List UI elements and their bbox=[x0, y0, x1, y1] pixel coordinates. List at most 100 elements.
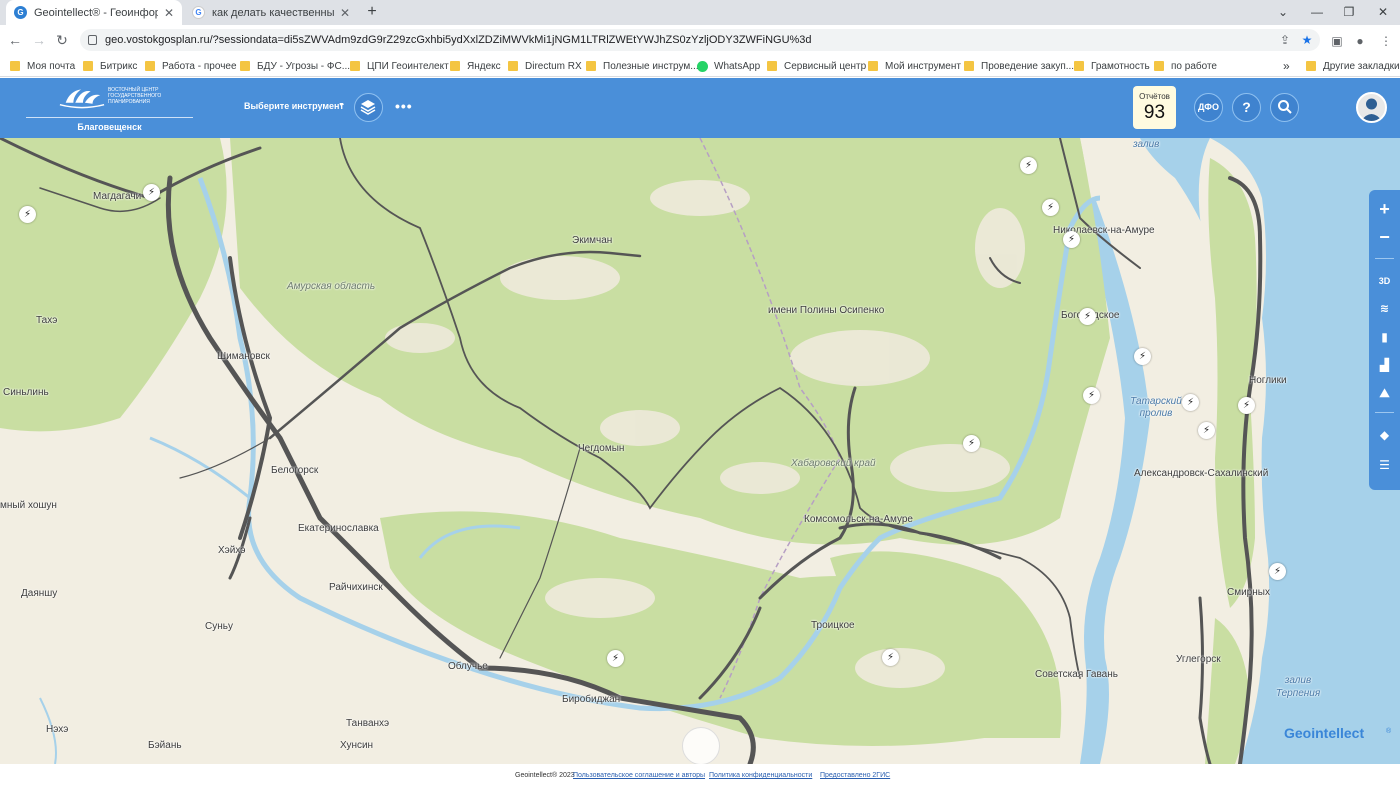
map-label: Белогорск bbox=[271, 465, 319, 476]
more-menu-button[interactable]: ••• bbox=[395, 98, 413, 114]
zoom-out-button[interactable]: − bbox=[1369, 224, 1400, 250]
back-button[interactable]: ← bbox=[5, 30, 25, 50]
power-plant-marker-icon[interactable]: ⚡ bbox=[1198, 422, 1215, 439]
tab-search-icon[interactable]: ⌄ bbox=[1266, 0, 1300, 25]
bookmark-star-icon[interactable]: ★ bbox=[1298, 33, 1316, 47]
map-label: Хэйхэ bbox=[218, 545, 246, 556]
share-icon[interactable]: ⇪ bbox=[1276, 33, 1294, 47]
compass-icon[interactable] bbox=[682, 727, 720, 764]
map-label: Хунсин bbox=[340, 740, 374, 751]
close-tab-icon[interactable]: ✕ bbox=[340, 6, 350, 20]
geointellect-watermark: Geointellect bbox=[1284, 725, 1365, 741]
privacy-link[interactable]: Политика конфиденциальности bbox=[709, 772, 812, 779]
tab-google-search[interactable]: G как делать качественные снимк ✕ bbox=[184, 0, 358, 25]
reports-counter[interactable]: Отчётов 93 bbox=[1133, 86, 1176, 129]
terrain-icon[interactable]: ⛰ bbox=[1369, 380, 1400, 406]
bookmark-item[interactable]: WhatsApp bbox=[697, 58, 760, 74]
power-plant-marker-icon[interactable]: ⚡ bbox=[1020, 157, 1037, 174]
restore-button[interactable]: ❐ bbox=[1332, 0, 1366, 25]
mode-3d-button[interactable]: 3D bbox=[1369, 268, 1400, 294]
current-city[interactable]: Благовещенск bbox=[26, 122, 193, 132]
folder-icon bbox=[240, 61, 250, 71]
bookmark-item[interactable]: Полезные инструм... bbox=[586, 58, 699, 74]
power-plant-marker-icon[interactable]: ⚡ bbox=[19, 206, 36, 223]
bookmark-label: Сервисный центр bbox=[784, 60, 867, 72]
agreement-link[interactable]: Пользовательское соглашение и авторы bbox=[573, 772, 705, 779]
tab-geointellect[interactable]: G Geointellect® - Геоинформаци ✕ bbox=[6, 0, 182, 25]
folder-icon bbox=[1306, 61, 1316, 71]
bookmark-item[interactable]: Мой инструмент bbox=[868, 58, 961, 74]
power-plant-marker-icon[interactable]: ⚡ bbox=[1182, 394, 1199, 411]
map-canvas[interactable]: залив Магдагачи Экимчан Амурская область… bbox=[0, 138, 1400, 764]
power-plant-marker-icon[interactable]: ⚡ bbox=[1083, 387, 1100, 404]
footer: Geointellect® 2023 Пользовательское согл… bbox=[0, 764, 1400, 786]
bookmark-item[interactable]: ЦПИ Геоинтелект bbox=[350, 58, 449, 74]
zoom-in-button[interactable]: + bbox=[1369, 196, 1400, 222]
layers-stack-icon[interactable]: ☰ bbox=[1369, 452, 1400, 478]
map-label: Танванхэ bbox=[346, 718, 390, 729]
help-button[interactable]: ? bbox=[1232, 93, 1261, 122]
reload-button[interactable]: ↻ bbox=[52, 30, 72, 50]
forward-button[interactable]: → bbox=[29, 30, 49, 50]
toolbar-divider bbox=[1375, 412, 1394, 413]
search-button[interactable] bbox=[1270, 93, 1299, 122]
minimize-button[interactable]: — bbox=[1300, 0, 1334, 25]
layers-button[interactable] bbox=[354, 93, 383, 122]
bookmark-item[interactable]: Яндекс bbox=[450, 58, 501, 74]
traffic-light-icon[interactable]: ▮ bbox=[1369, 324, 1400, 350]
user-avatar[interactable] bbox=[1356, 92, 1387, 123]
folder-icon bbox=[350, 61, 360, 71]
factory-icon[interactable]: ▟ bbox=[1369, 352, 1400, 378]
bookmark-label: Битрикс bbox=[100, 60, 138, 72]
bookmark-label: БДУ - Угрозы - ФС... bbox=[257, 60, 351, 72]
layers-icon bbox=[360, 100, 376, 115]
map-label: Бэйань bbox=[148, 740, 182, 751]
side-panel-icon[interactable]: ▣ bbox=[1328, 32, 1346, 50]
tool-select[interactable]: Выберите инструмент bbox=[244, 101, 344, 111]
region-dfo-button[interactable]: ДФО bbox=[1194, 93, 1223, 122]
bookmark-label: Мой инструмент bbox=[885, 60, 961, 72]
map-label: Экимчан bbox=[572, 235, 613, 246]
bookmark-item[interactable]: Моя почта bbox=[10, 58, 75, 74]
menu-kebab-icon[interactable]: ⋮ bbox=[1377, 32, 1395, 50]
wind-layer-icon[interactable]: ≋ bbox=[1369, 296, 1400, 322]
bookmark-item[interactable]: Работа - прочее bbox=[145, 58, 237, 74]
power-plant-marker-icon[interactable]: ⚡ bbox=[1079, 308, 1096, 325]
power-plant-marker-icon[interactable]: ⚡ bbox=[882, 649, 899, 666]
close-tab-icon[interactable]: ✕ bbox=[164, 6, 174, 20]
url-field[interactable]: geo.vostokgosplan.ru/?sessiondata=di5sZW… bbox=[80, 29, 1320, 51]
power-plant-marker-icon[interactable]: ⚡ bbox=[963, 435, 980, 452]
eraser-icon[interactable]: ◆ bbox=[1369, 422, 1400, 448]
other-bookmarks[interactable]: Другие закладки bbox=[1306, 58, 1400, 74]
folder-icon bbox=[868, 61, 878, 71]
close-window-button[interactable]: ✕ bbox=[1366, 0, 1400, 25]
tab-title: Geointellect® - Геоинформаци bbox=[34, 6, 158, 19]
map-label: Даяншу bbox=[21, 588, 58, 599]
folder-icon bbox=[450, 61, 460, 71]
power-plant-marker-icon[interactable]: ⚡ bbox=[1063, 231, 1080, 248]
bookmark-item[interactable]: Грамотность bbox=[1074, 58, 1150, 74]
lock-icon bbox=[88, 35, 97, 45]
bookmark-item[interactable]: Сервисный центр bbox=[767, 58, 866, 74]
bookmark-item[interactable]: БДУ - Угрозы - ФС... bbox=[240, 58, 350, 74]
power-plant-marker-icon[interactable]: ⚡ bbox=[1238, 397, 1255, 414]
2gis-link[interactable]: Предоставлено 2ГИС bbox=[820, 772, 890, 779]
vostokgosplan-logo[interactable] bbox=[58, 86, 106, 110]
new-tab-button[interactable]: + bbox=[362, 2, 382, 22]
profile-icon[interactable]: ● bbox=[1351, 32, 1369, 50]
power-plant-marker-icon[interactable]: ⚡ bbox=[143, 184, 160, 201]
search-icon bbox=[1277, 100, 1292, 114]
registered-mark: ® bbox=[1386, 728, 1392, 735]
power-plant-marker-icon[interactable]: ⚡ bbox=[607, 650, 624, 667]
bookmark-item[interactable]: Directum RX bbox=[508, 58, 582, 74]
map-label: Троицкое bbox=[811, 620, 855, 631]
power-plant-marker-icon[interactable]: ⚡ bbox=[1042, 199, 1059, 216]
bookmark-item[interactable]: по работе bbox=[1154, 58, 1217, 74]
bookmark-label: Проведение закуп... bbox=[981, 60, 1075, 72]
bookmark-item[interactable]: Проведение закуп... bbox=[964, 58, 1074, 74]
bookmark-item[interactable]: Битрикс bbox=[83, 58, 137, 74]
bookmarks-overflow-button[interactable]: » bbox=[1283, 58, 1290, 74]
power-plant-marker-icon[interactable]: ⚡ bbox=[1134, 348, 1151, 365]
chevron-down-icon[interactable]: ▼ bbox=[338, 102, 345, 109]
power-plant-marker-icon[interactable]: ⚡ bbox=[1269, 563, 1286, 580]
